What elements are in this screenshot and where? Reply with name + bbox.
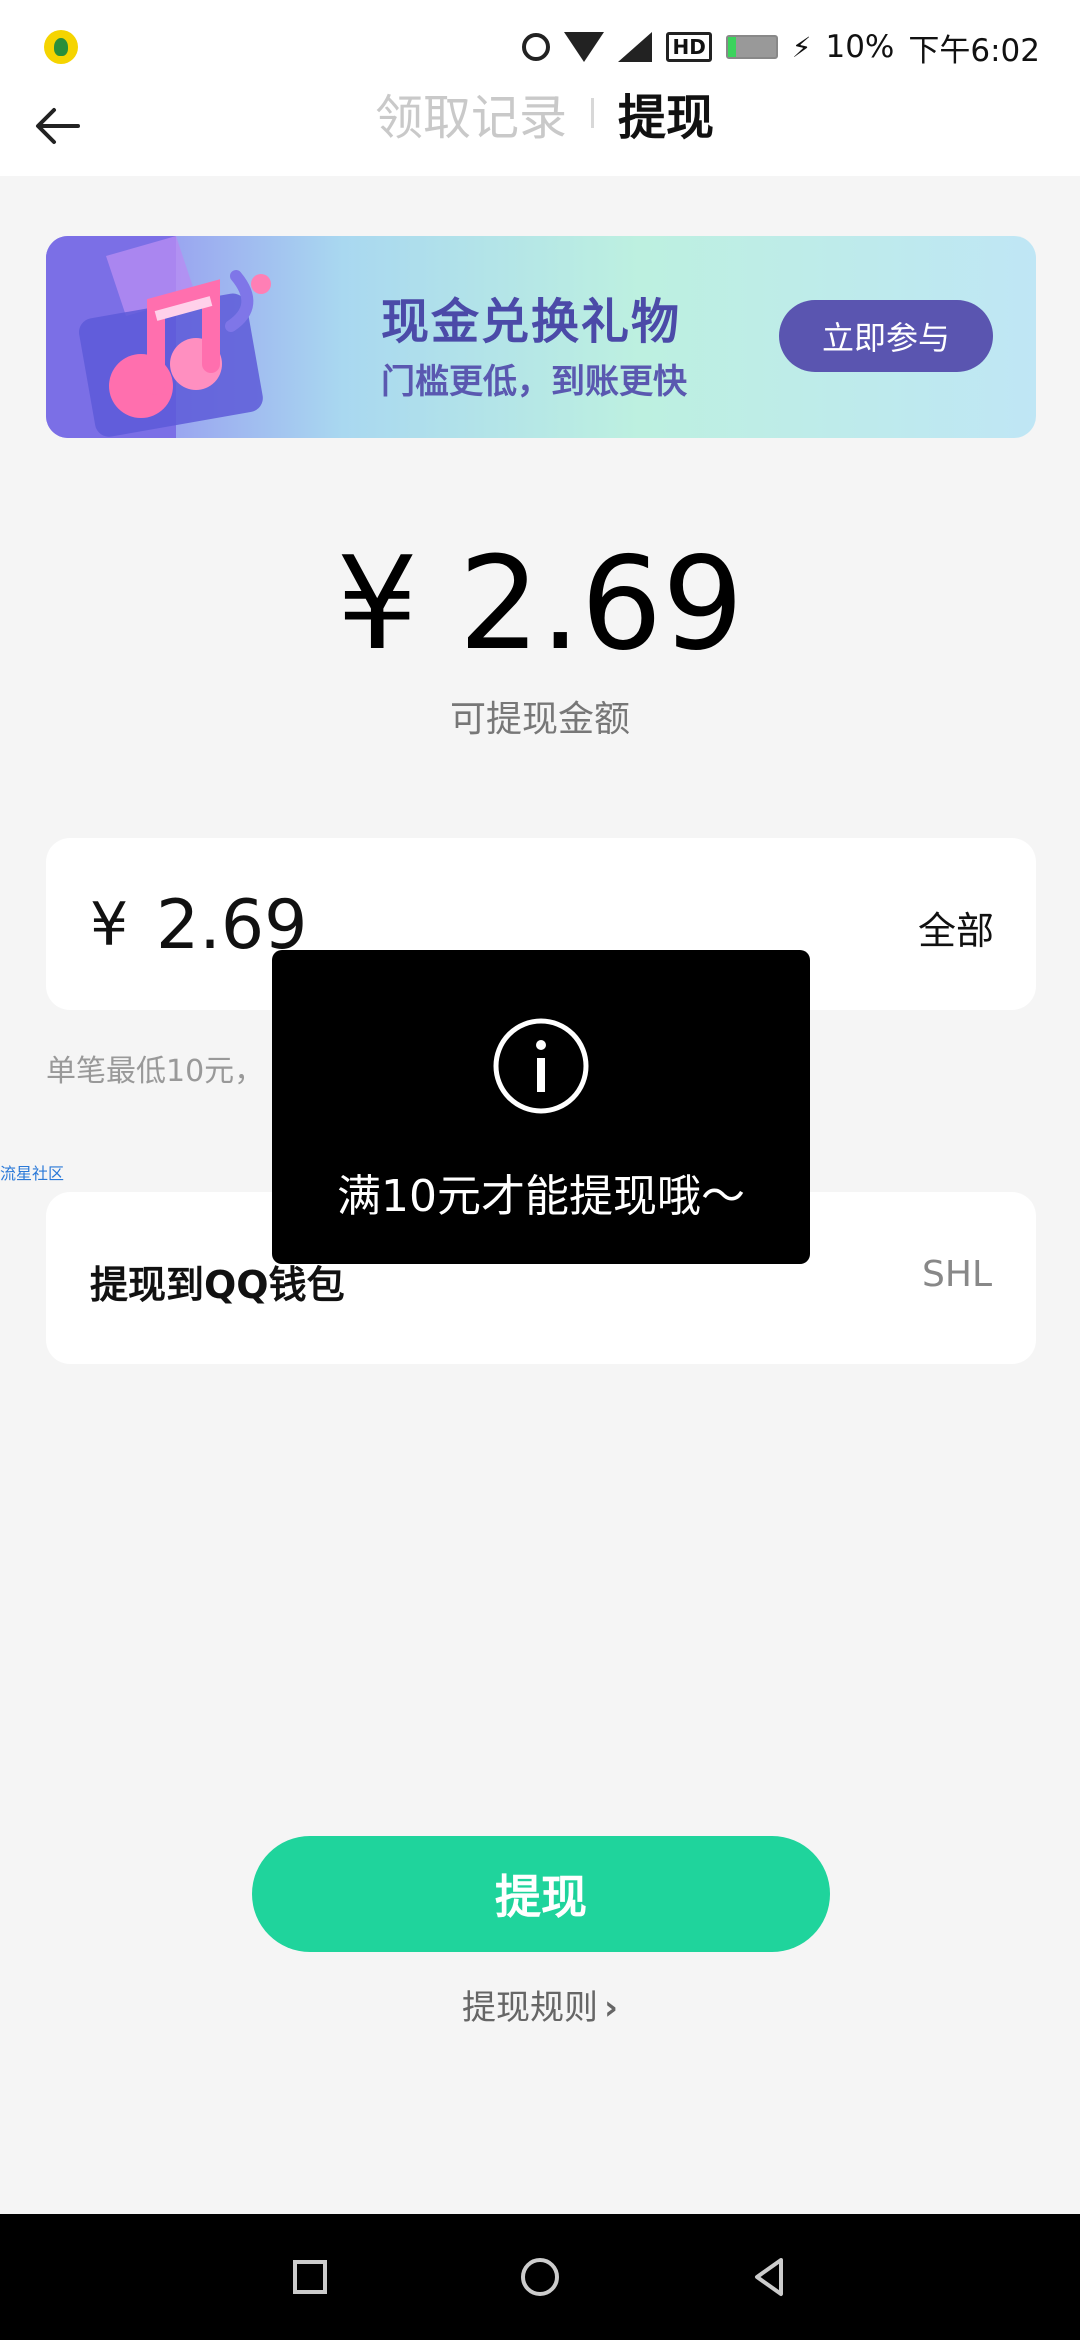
wallet-account: SHL <box>922 1254 992 1295</box>
withdraw-all-button[interactable]: 全部 <box>918 900 994 955</box>
community-link[interactable]: 流星社区 <box>0 1160 64 1184</box>
recent-apps-icon[interactable] <box>285 2252 335 2302</box>
available-amount: ¥ 2.69 <box>336 530 744 679</box>
join-now-button[interactable]: 立即参与 <box>779 300 993 372</box>
system-nav-bar <box>0 2214 1080 2340</box>
banner-subtitle: 门槛更低，到账更快 <box>381 362 687 402</box>
withdraw-button[interactable]: 提现 <box>252 1836 830 1952</box>
music-note-icon <box>46 236 306 438</box>
withdraw-rules-label: 提现规则 <box>461 1988 598 2028</box>
wifi-icon <box>564 32 605 62</box>
home-icon[interactable] <box>515 2252 565 2302</box>
back-icon[interactable] <box>745 2252 795 2302</box>
status-icons: HD ⚡ 10% 下午6:02 <box>522 22 1040 72</box>
top-header: 领取记录 提现 <box>0 90 1080 176</box>
available-amount-label: 可提现金额 <box>449 699 630 740</box>
battery-icon <box>725 35 778 59</box>
banner-title: 现金兑换礼物 <box>381 294 682 350</box>
currency-symbol: ¥ <box>90 890 129 960</box>
qq-music-icon <box>44 30 78 64</box>
info-icon <box>491 1016 591 1116</box>
toast-text: 满10元才能提现哦～ <box>337 1171 745 1222</box>
withdraw-rules-link[interactable]: 提现规则 › <box>0 1980 1080 2029</box>
tab-bar: 领取记录 提现 <box>355 78 734 148</box>
charging-icon: ⚡ <box>791 30 812 64</box>
back-arrow-icon[interactable] <box>30 96 90 156</box>
toast-message: 满10元才能提现哦～ <box>272 950 810 1264</box>
clock: 下午6:02 <box>908 32 1040 69</box>
tab-divider <box>591 98 595 128</box>
chevron-right-icon: › <box>603 1988 618 2028</box>
alarm-icon <box>522 33 551 61</box>
battery-percent: 10% <box>825 29 895 65</box>
promo-banner[interactable]: 现金兑换礼物 门槛更低，到账更快 立即参与 <box>46 236 1036 438</box>
minimum-hint: 单笔最低10元， <box>46 1054 265 1089</box>
tab-claim-records[interactable]: 领取记录 <box>355 78 587 148</box>
signal-icon <box>618 32 653 62</box>
tab-withdraw[interactable]: 提现 <box>598 78 734 148</box>
hd-icon: HD <box>666 32 712 62</box>
